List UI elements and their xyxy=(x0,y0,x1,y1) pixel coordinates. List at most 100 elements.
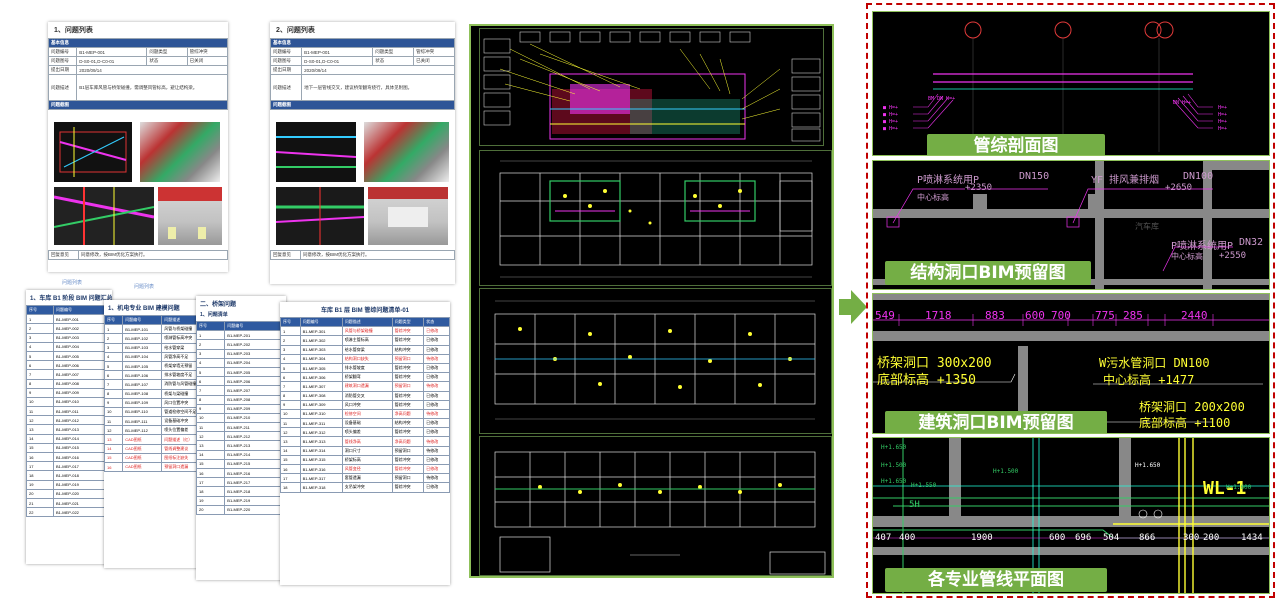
table-cell: 13 xyxy=(196,440,226,451)
cad-annotation: +2550 xyxy=(1219,251,1247,261)
table-row: 18 B1-MEP-218 xyxy=(196,486,286,497)
column-header: 序号 xyxy=(196,320,226,332)
table-cell: B1-MEP-101 xyxy=(122,324,163,335)
table-cell: B1-MEP-018 xyxy=(53,470,112,481)
table-row: 7 B1-MEP-307 建筑洞口遗漏 预留洞口 待修改 xyxy=(280,381,450,392)
table-cell: B1-MEP-217 xyxy=(224,477,286,488)
table-row: 8 B1-MEP-008 xyxy=(26,378,112,389)
section-header: 问题截图 xyxy=(270,100,455,110)
site-photo-thumbnail xyxy=(158,187,222,245)
table-cell: B1-MEP-309 xyxy=(299,399,343,410)
bim-render-thumbnail xyxy=(140,122,220,182)
column-header: 序号 xyxy=(280,316,301,328)
table-cell: 喷头偏差 xyxy=(341,427,393,438)
table-row: 15 B1-MEP-315 桥架标高 管综冲突 已修改 xyxy=(280,454,450,466)
cell: 问题图号 xyxy=(270,56,303,66)
section-header: 基本信息 xyxy=(270,38,455,48)
table-cell: 17 xyxy=(280,473,301,484)
table-row: 11 B1-MEP-211 xyxy=(196,422,286,433)
table-cell: B1-MEP-315 xyxy=(299,454,343,466)
table-row: 4 B1-MEP-204 xyxy=(196,357,286,368)
table-cell: 结构冲突 xyxy=(391,344,425,355)
table-cell: 17 xyxy=(26,461,54,472)
table-cell: 已修改 xyxy=(423,390,450,401)
column-header: 问题类型 xyxy=(391,316,425,328)
table-cell: B1-MEP-111 xyxy=(122,416,163,427)
table-row: 13 B1-MEP-013 xyxy=(26,424,112,435)
table-cell: B1-MEP-112 xyxy=(122,425,163,436)
table-cell: 管综冲突 xyxy=(391,335,425,346)
cad-annotation: 桥架洞口 200x200 xyxy=(1139,400,1245,414)
table-cell: B1-MEP-206 xyxy=(224,376,286,387)
table-cell: B1-MEP-215 xyxy=(224,458,286,470)
pipeline-plan-panel: H+1.650 H+1.500 H+1.650 H+1.550 WL-1 H+1… xyxy=(872,437,1270,594)
table-row: 17 B1-MEP-017 xyxy=(26,461,112,472)
cell: 同意修改，按BIM优化方案执行。 xyxy=(300,250,455,260)
table-cell: CAD图纸 xyxy=(122,461,163,473)
table-row: 6 B1-MEP-306 桥架翻弯 管综冲突 已修改 xyxy=(280,372,450,383)
table-cell: B1-MEP-004 xyxy=(53,341,112,352)
cell: D-S0-01,D-C0-01 xyxy=(76,56,148,66)
table-cell: 9 xyxy=(104,397,124,408)
problem-report-page-2: 2、问题列表 基本信息 问题编号 B1-MEP-001 问题类型 管综冲突 问题… xyxy=(270,22,455,284)
cell: 问题编号 xyxy=(48,47,78,57)
table-cell: B1-MEP-219 xyxy=(224,495,286,506)
table-cell: B1-MEP-108 xyxy=(122,388,163,399)
table-cell: 14 xyxy=(104,443,124,454)
table-cell: B1-MEP-007 xyxy=(53,369,112,380)
table-row: 12 B1-MEP-012 xyxy=(26,415,112,426)
table-cell: B1-MEP-021 xyxy=(53,497,112,509)
right-arrow-icon xyxy=(839,290,867,324)
cad-annotation: W污水管洞口 DN100 xyxy=(1099,356,1210,370)
column-header: 序号 xyxy=(104,314,124,326)
cad-annotation: +2650 xyxy=(1165,183,1193,193)
table-cell: 预留洞口 xyxy=(391,381,425,392)
table-cell: 结构洞口缺失 xyxy=(341,353,393,364)
table-cell: B1-MEP-203 xyxy=(224,348,286,359)
table-cell: 建筑洞口遗漏 xyxy=(341,381,393,392)
svg-text:DN H=+: DN H=+ xyxy=(1173,100,1191,106)
panel-label: 管综剖面图 xyxy=(927,134,1105,155)
dimension-label: 696 xyxy=(1075,533,1092,543)
issue-list-page-1: 1、车库 B1 阶段 BIM 问题汇总 序号 问题编号 1 B1-MEP-001 2 B1… xyxy=(26,290,112,564)
table-row: 14 B1-MEP-214 xyxy=(196,449,286,460)
table-cell: B1-MEP-207 xyxy=(224,385,286,396)
table-row: 16 B1-MEP-216 xyxy=(196,467,286,479)
table-row: 9 B1-MEP-009 xyxy=(26,387,112,398)
table-cell: 10 xyxy=(196,412,226,424)
cad-thumbnail xyxy=(53,187,155,245)
table-cell: 9 xyxy=(26,387,54,398)
cad-annotation: 中心标高 xyxy=(917,193,949,202)
table-row: 7 B1-MEP-007 xyxy=(26,369,112,380)
table-cell: 2 xyxy=(104,333,124,344)
dimension-label: 700 xyxy=(1051,309,1071,322)
table-cell: 6 xyxy=(104,370,124,381)
table-cell: 21 xyxy=(26,497,54,509)
cell: B1-MEP-001 xyxy=(301,47,374,57)
table-cell: 净高问题 xyxy=(391,408,425,420)
table-cell: B1-MEP-204 xyxy=(224,357,286,368)
svg-text:H=+: H=+ xyxy=(1218,126,1227,132)
dimension-label: 600 xyxy=(1049,533,1066,543)
dimension-label: 504 xyxy=(1103,533,1120,543)
table-cell: 已修改 xyxy=(423,372,450,383)
table-cell: 9 xyxy=(280,399,301,410)
column-header: 状态 xyxy=(423,316,450,328)
svg-text:H=+: H=+ xyxy=(1218,119,1227,125)
table-cell: 已修改 xyxy=(423,362,450,374)
table-cell: CAD图纸 xyxy=(122,434,163,445)
table-row: 20 B1-MEP-220 xyxy=(196,504,286,515)
table-cell: 待修改 xyxy=(423,408,450,420)
section-header: 基本信息 xyxy=(48,38,228,48)
table-cell: 喷淋主管标高 xyxy=(341,335,393,346)
list-subtitle: 1、问题清单 xyxy=(200,312,228,318)
table-row: 2 B1-MEP-002 xyxy=(26,323,112,334)
table-cell: 已修改 xyxy=(423,463,450,475)
table-cell: 管综冲突 xyxy=(391,427,425,438)
table-row: 1 B1-MEP-201 xyxy=(196,330,286,341)
table-cell: B1-MEP-012 xyxy=(53,415,112,426)
table-cell: 1 xyxy=(104,324,124,335)
table-row: 11 B1-MEP-311 设备基础 结构冲突 已修改 xyxy=(280,418,450,429)
table-cell: 5 xyxy=(26,350,54,362)
table-cell: 19 xyxy=(26,479,54,490)
